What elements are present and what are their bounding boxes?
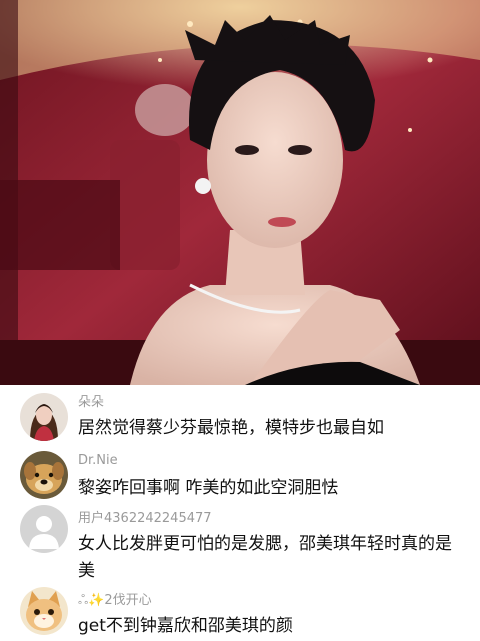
- comment-item[interactable]: ஃ✨2伐开心 get不到钟嘉欣和邵美琪的颜: [0, 585, 480, 641]
- comment-list: 朵朵 居然觉得蔡少芬最惊艳，模特步也最自如 Dr.Nie 黎姿咋回事啊 咋美的如…: [0, 385, 480, 641]
- cat-avatar-icon: [20, 587, 68, 635]
- comment-text: 黎姿咋回事啊 咋美的如此空洞胆怯: [78, 478, 339, 498]
- woman-portrait-avatar-icon: [20, 393, 68, 441]
- default-user-avatar-icon: [20, 505, 68, 553]
- comment-item[interactable]: Dr.Nie 黎姿咋回事啊 咋美的如此空洞胆怯: [0, 447, 480, 503]
- video-frame[interactable]: [0, 0, 480, 385]
- comment-text: 居然觉得蔡少芬最惊艳，模特步也最自如: [78, 418, 384, 438]
- comment-item[interactable]: 朵朵 居然觉得蔡少芬最惊艳，模特步也最自如: [0, 385, 480, 447]
- video-still-image: [0, 0, 480, 385]
- dog-avatar-icon: [20, 451, 68, 499]
- user-avatar[interactable]: [20, 587, 68, 635]
- user-avatar[interactable]: [20, 451, 68, 499]
- comment-username[interactable]: 朵朵: [78, 391, 104, 410]
- comment-text: 女人比发胖更可怕的是发腮，邵美琪年轻时真的是美: [78, 534, 452, 581]
- user-avatar[interactable]: [20, 505, 68, 553]
- comment-item[interactable]: 用户4362242245477 女人比发胖更可怕的是发腮，邵美琪年轻时真的是美: [0, 503, 480, 585]
- user-avatar[interactable]: [20, 393, 68, 441]
- comment-text: get不到钟嘉欣和邵美琪的颜: [78, 616, 293, 636]
- comment-username[interactable]: Dr.Nie: [78, 453, 118, 468]
- comment-username[interactable]: 用户4362242245477: [78, 507, 212, 526]
- comment-username[interactable]: ஃ✨2伐开心: [78, 589, 152, 609]
